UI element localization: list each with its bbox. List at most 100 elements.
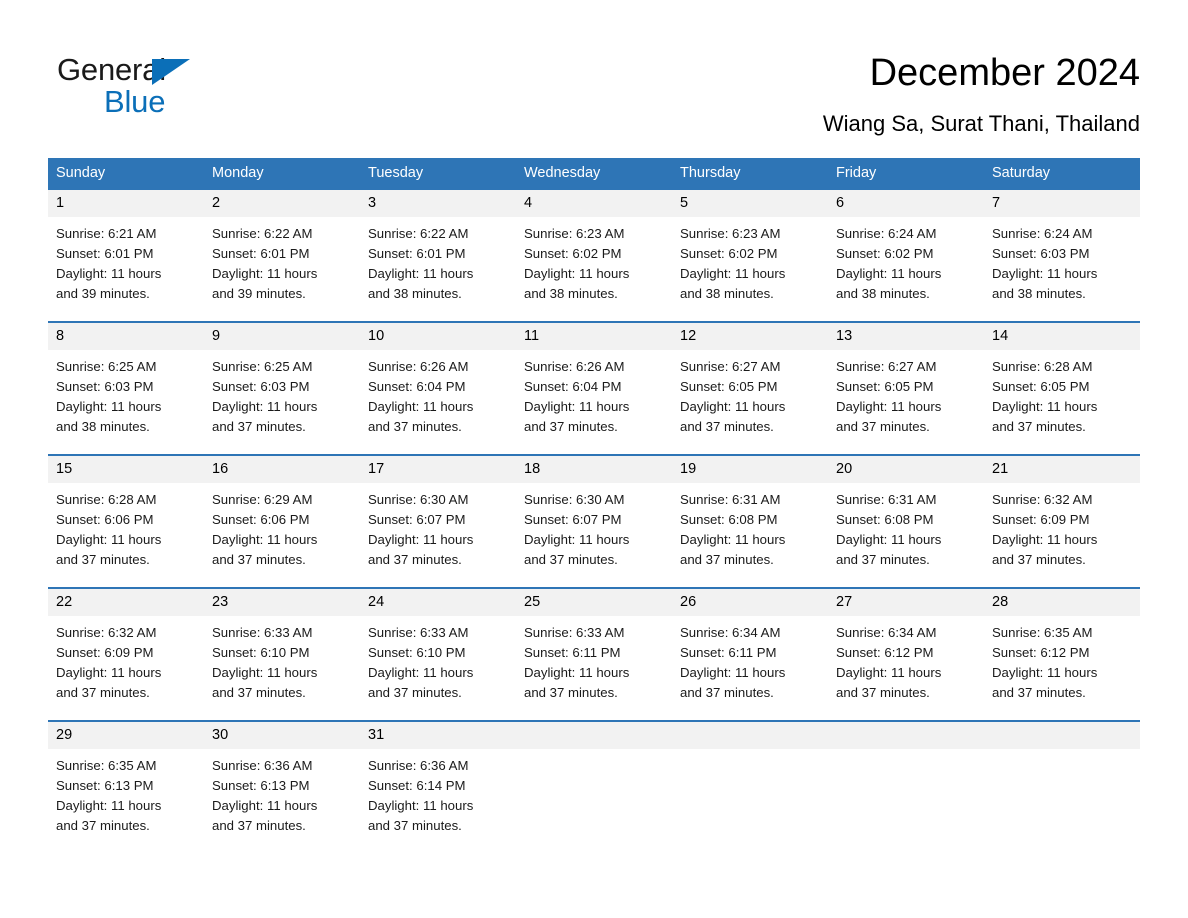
daylight-text-line1: Daylight: 11 hours: [524, 532, 630, 547]
day-number[interactable]: 15: [48, 456, 204, 483]
sunrise-text: Sunrise: 6:36 AM: [212, 758, 313, 773]
daylight-text-line1: Daylight: 11 hours: [524, 399, 630, 414]
daylight-text-line1: Daylight: 11 hours: [836, 399, 942, 414]
day-number[interactable]: 17: [360, 456, 516, 483]
day-cell[interactable]: Sunrise: 6:34 AM Sunset: 6:12 PM Dayligh…: [828, 623, 984, 703]
day-number[interactable]: 2: [204, 190, 360, 217]
sunset-text: Sunset: 6:13 PM: [212, 778, 310, 793]
day-cell[interactable]: Sunrise: 6:25 AM Sunset: 6:03 PM Dayligh…: [204, 357, 360, 437]
day-cell[interactable]: Sunrise: 6:33 AM Sunset: 6:11 PM Dayligh…: [516, 623, 672, 703]
day-number[interactable]: 23: [204, 589, 360, 616]
day-number[interactable]: 5: [672, 190, 828, 217]
day-cell[interactable]: Sunrise: 6:28 AM Sunset: 6:06 PM Dayligh…: [48, 490, 204, 570]
day-cell[interactable]: Sunrise: 6:26 AM Sunset: 6:04 PM Dayligh…: [516, 357, 672, 437]
sunrise-text: Sunrise: 6:30 AM: [368, 492, 469, 507]
day-number[interactable]: 22: [48, 589, 204, 616]
day-number[interactable]: 12: [672, 323, 828, 350]
weekday-header-sunday: Sunday: [56, 165, 106, 181]
sunset-text: Sunset: 6:03 PM: [212, 379, 310, 394]
sunset-text: Sunset: 6:07 PM: [368, 512, 466, 527]
day-number[interactable]: 7: [984, 190, 1140, 217]
day-number[interactable]: 29: [48, 722, 204, 749]
sunset-text: Sunset: 6:12 PM: [836, 645, 934, 660]
week-date-band: 15 16 17 18 19 20 21: [48, 456, 1140, 483]
daylight-text-line1: Daylight: 11 hours: [680, 665, 786, 680]
day-cell[interactable]: Sunrise: 6:27 AM Sunset: 6:05 PM Dayligh…: [672, 357, 828, 437]
day-cell[interactable]: Sunrise: 6:32 AM Sunset: 6:09 PM Dayligh…: [984, 490, 1140, 570]
sunset-text: Sunset: 6:11 PM: [680, 645, 777, 660]
day-cell[interactable]: Sunrise: 6:33 AM Sunset: 6:10 PM Dayligh…: [360, 623, 516, 703]
day-cell[interactable]: Sunrise: 6:22 AM Sunset: 6:01 PM Dayligh…: [360, 224, 516, 304]
day-cell[interactable]: Sunrise: 6:24 AM Sunset: 6:03 PM Dayligh…: [984, 224, 1140, 304]
sunrise-text: Sunrise: 6:22 AM: [212, 226, 313, 241]
calendar-page: General Blue December 2024 Wiang Sa, Sur…: [0, 0, 1188, 918]
daylight-text-line2: and 37 minutes.: [56, 552, 150, 567]
daylight-text-line2: and 37 minutes.: [680, 419, 774, 434]
calendar-week-row: 22 23 24 25 26 27 28 Sunrise: 6:32 AM Su…: [48, 587, 1140, 720]
day-cell[interactable]: Sunrise: 6:27 AM Sunset: 6:05 PM Dayligh…: [828, 357, 984, 437]
calendar-week-row: 8 9 10 11 12 13 14 Sunrise: 6:25 AM Suns…: [48, 321, 1140, 454]
day-number[interactable]: 19: [672, 456, 828, 483]
day-cell[interactable]: Sunrise: 6:28 AM Sunset: 6:05 PM Dayligh…: [984, 357, 1140, 437]
day-number[interactable]: 11: [516, 323, 672, 350]
page-title: December 2024: [869, 52, 1140, 94]
day-number[interactable]: 9: [204, 323, 360, 350]
day-number[interactable]: 25: [516, 589, 672, 616]
day-cell[interactable]: Sunrise: 6:35 AM Sunset: 6:13 PM Dayligh…: [48, 756, 204, 836]
day-cell[interactable]: Sunrise: 6:22 AM Sunset: 6:01 PM Dayligh…: [204, 224, 360, 304]
generalblue-logo[interactable]: General Blue: [57, 52, 317, 122]
day-cell[interactable]: Sunrise: 6:21 AM Sunset: 6:01 PM Dayligh…: [48, 224, 204, 304]
day-number[interactable]: 27: [828, 589, 984, 616]
sunset-text: Sunset: 6:13 PM: [56, 778, 154, 793]
day-number[interactable]: 1: [48, 190, 204, 217]
day-number[interactable]: 18: [516, 456, 672, 483]
day-number[interactable]: 8: [48, 323, 204, 350]
daylight-text-line2: and 37 minutes.: [992, 552, 1086, 567]
day-number[interactable]: 31: [360, 722, 516, 749]
sunset-text: Sunset: 6:05 PM: [992, 379, 1090, 394]
day-cell[interactable]: Sunrise: 6:26 AM Sunset: 6:04 PM Dayligh…: [360, 357, 516, 437]
day-number-empty: [672, 722, 828, 749]
day-cell[interactable]: Sunrise: 6:30 AM Sunset: 6:07 PM Dayligh…: [360, 490, 516, 570]
day-number[interactable]: 20: [828, 456, 984, 483]
sunrise-text: Sunrise: 6:25 AM: [212, 359, 313, 374]
week-date-band: 22 23 24 25 26 27 28: [48, 589, 1140, 616]
day-cell[interactable]: Sunrise: 6:31 AM Sunset: 6:08 PM Dayligh…: [672, 490, 828, 570]
daylight-text-line2: and 37 minutes.: [992, 419, 1086, 434]
day-number[interactable]: 14: [984, 323, 1140, 350]
weekday-header-wednesday: Wednesday: [524, 165, 601, 181]
day-cell[interactable]: Sunrise: 6:23 AM Sunset: 6:02 PM Dayligh…: [516, 224, 672, 304]
daylight-text-line2: and 37 minutes.: [56, 818, 150, 833]
day-cell[interactable]: Sunrise: 6:29 AM Sunset: 6:06 PM Dayligh…: [204, 490, 360, 570]
daylight-text-line1: Daylight: 11 hours: [992, 266, 1098, 281]
day-cell[interactable]: Sunrise: 6:36 AM Sunset: 6:13 PM Dayligh…: [204, 756, 360, 836]
day-number[interactable]: 26: [672, 589, 828, 616]
day-cell[interactable]: Sunrise: 6:35 AM Sunset: 6:12 PM Dayligh…: [984, 623, 1140, 703]
day-cell[interactable]: Sunrise: 6:31 AM Sunset: 6:08 PM Dayligh…: [828, 490, 984, 570]
day-cell[interactable]: Sunrise: 6:34 AM Sunset: 6:11 PM Dayligh…: [672, 623, 828, 703]
day-number[interactable]: 21: [984, 456, 1140, 483]
day-cell[interactable]: Sunrise: 6:32 AM Sunset: 6:09 PM Dayligh…: [48, 623, 204, 703]
day-number[interactable]: 16: [204, 456, 360, 483]
day-number[interactable]: 10: [360, 323, 516, 350]
day-number[interactable]: 30: [204, 722, 360, 749]
day-cell[interactable]: Sunrise: 6:24 AM Sunset: 6:02 PM Dayligh…: [828, 224, 984, 304]
day-cell[interactable]: Sunrise: 6:30 AM Sunset: 6:07 PM Dayligh…: [516, 490, 672, 570]
day-number[interactable]: 13: [828, 323, 984, 350]
sunset-text: Sunset: 6:12 PM: [992, 645, 1090, 660]
day-cell[interactable]: Sunrise: 6:25 AM Sunset: 6:03 PM Dayligh…: [48, 357, 204, 437]
day-number[interactable]: 6: [828, 190, 984, 217]
daylight-text-line1: Daylight: 11 hours: [56, 399, 162, 414]
day-number[interactable]: 3: [360, 190, 516, 217]
week-detail-band: Sunrise: 6:28 AM Sunset: 6:06 PM Dayligh…: [48, 483, 1140, 570]
daylight-text-line2: and 38 minutes.: [56, 419, 150, 434]
sunset-text: Sunset: 6:02 PM: [836, 246, 934, 261]
day-cell[interactable]: Sunrise: 6:23 AM Sunset: 6:02 PM Dayligh…: [672, 224, 828, 304]
day-number[interactable]: 4: [516, 190, 672, 217]
day-number[interactable]: 28: [984, 589, 1140, 616]
sunset-text: Sunset: 6:01 PM: [212, 246, 310, 261]
day-cell[interactable]: Sunrise: 6:36 AM Sunset: 6:14 PM Dayligh…: [360, 756, 516, 836]
sunset-text: Sunset: 6:05 PM: [680, 379, 778, 394]
day-cell[interactable]: Sunrise: 6:33 AM Sunset: 6:10 PM Dayligh…: [204, 623, 360, 703]
day-number[interactable]: 24: [360, 589, 516, 616]
